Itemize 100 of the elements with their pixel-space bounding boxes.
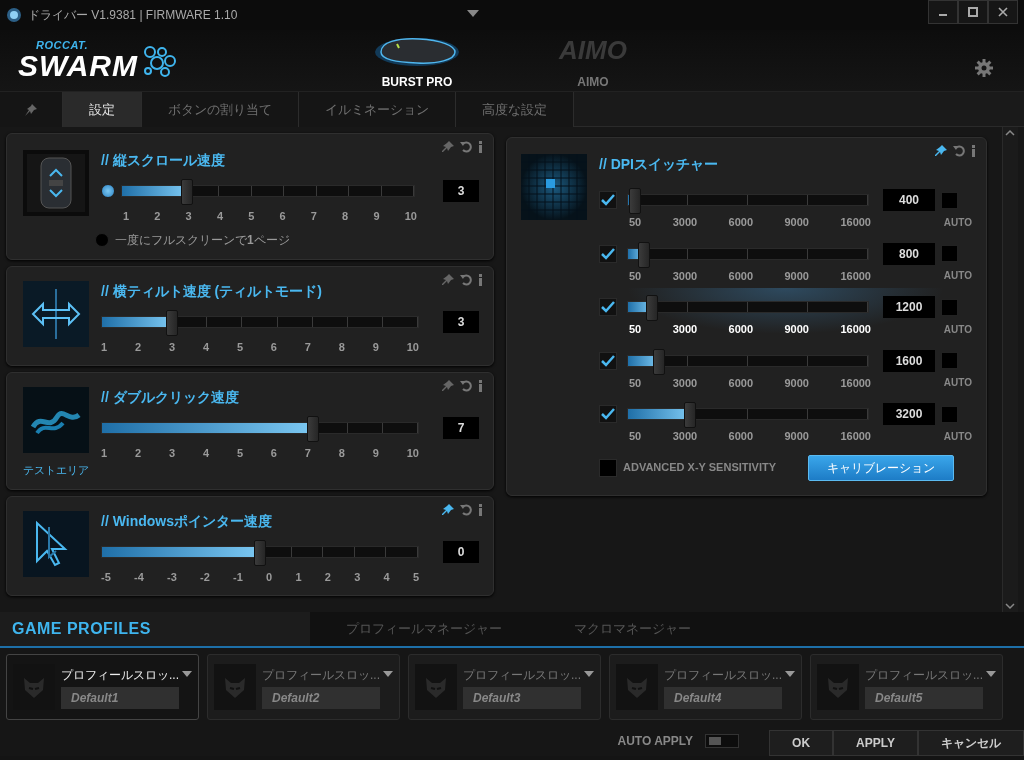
scroll-down-icon[interactable] — [1003, 600, 1017, 612]
auto-checkbox[interactable] — [941, 245, 958, 262]
slider-thumb[interactable] — [646, 295, 658, 321]
tab[interactable]: 設定 — [63, 92, 142, 127]
auto-apply-toggle[interactable] — [705, 734, 740, 748]
profile-name-dropdown[interactable]: プロフィールスロッ... — [664, 665, 782, 684]
checkbox[interactable] — [599, 405, 617, 423]
settings-icon[interactable] — [975, 58, 993, 77]
info-icon[interactable] — [478, 503, 483, 516]
profile-name-field[interactable]: Default4 — [664, 686, 782, 709]
dpi-row[interactable]: 3200 50 3000 6000 9000 16000 AUTO — [599, 395, 972, 449]
dpi-value-field[interactable]: 1200 — [883, 296, 935, 318]
value-field[interactable]: 7 — [443, 417, 479, 439]
profile-name-field[interactable]: Default3 — [463, 686, 581, 709]
slider-thumb[interactable] — [306, 416, 319, 442]
tick-label: 4 — [202, 446, 210, 461]
profile-slot[interactable]: プロフィールスロッ... Default5 — [810, 654, 1003, 720]
footer-button[interactable]: APPLY — [833, 730, 918, 756]
tick-label: 16000 — [840, 268, 871, 284]
slider-thumb[interactable] — [684, 402, 697, 428]
dropdown-caret-icon[interactable] — [467, 10, 479, 18]
maximize-icon[interactable] — [968, 7, 978, 17]
profile-slot[interactable]: プロフィールスロッ... Default4 — [609, 654, 802, 720]
dropdown-caret-icon[interactable] — [383, 671, 393, 678]
maximize-button[interactable] — [958, 0, 988, 24]
dropdown-caret-icon[interactable] — [785, 671, 795, 678]
pin-icon[interactable] — [935, 145, 947, 157]
pin-icon[interactable] — [442, 503, 454, 516]
slider-thumb[interactable] — [637, 241, 650, 268]
slider-thumb[interactable] — [166, 309, 179, 336]
profile-slot[interactable]: プロフィールスロッ... Default2 — [207, 654, 400, 720]
checkbox[interactable] — [599, 298, 617, 316]
pin-icon[interactable] — [24, 102, 38, 117]
checkbox[interactable] — [599, 458, 617, 477]
dropdown-caret-icon[interactable] — [986, 671, 996, 678]
close-button[interactable] — [988, 0, 1018, 24]
footer-button[interactable]: OK — [769, 730, 834, 756]
tick-label: 6000 — [728, 322, 754, 337]
profile-slot[interactable]: プロフィールスロッ... Default3 — [408, 654, 601, 720]
tab[interactable]: イルミネーション — [299, 92, 456, 127]
profile-name-dropdown[interactable]: プロフィールスロッ... — [262, 665, 380, 684]
dpi-value-field[interactable]: 400 — [883, 189, 935, 211]
profile-slot[interactable]: プロフィールスロッ... Default1 — [6, 654, 199, 720]
dropdown-caret-icon[interactable] — [182, 671, 192, 678]
dropdown-caret-icon[interactable] — [584, 671, 594, 678]
undo-icon[interactable] — [460, 273, 472, 286]
tick-label: 5 — [236, 339, 243, 355]
profile-name-dropdown[interactable]: プロフィールスロッ... — [463, 665, 581, 684]
value-field[interactable]: 3 — [443, 310, 479, 333]
auto-checkbox[interactable] — [941, 191, 958, 209]
close-icon[interactable] — [998, 7, 1008, 17]
dpi-row[interactable]: 400 50 3000 6000 9000 16000 AUTO — [599, 181, 972, 235]
radio-button[interactable] — [95, 232, 109, 247]
radio-button[interactable] — [101, 184, 115, 198]
undo-icon[interactable] — [460, 141, 472, 153]
info-icon[interactable] — [478, 380, 483, 392]
value-field[interactable]: 3 — [443, 180, 479, 202]
checkbox[interactable] — [599, 191, 617, 209]
dpi-value-field[interactable]: 800 — [883, 242, 935, 265]
setting-title: // 縦スクロール速度 — [101, 151, 226, 170]
auto-checkbox[interactable] — [941, 352, 958, 369]
device-tab[interactable]: BURST PRO — [381, 73, 453, 91]
tick-label: 4 — [202, 339, 210, 355]
undo-icon[interactable] — [460, 503, 472, 516]
value-field[interactable]: 0 — [443, 540, 479, 563]
checkbox[interactable] — [599, 351, 617, 370]
profile-name-field[interactable]: Default5 — [865, 686, 983, 709]
dpi-row[interactable]: 800 50 3000 6000 9000 16000 AUTO — [599, 234, 972, 288]
info-icon[interactable] — [478, 273, 483, 286]
profile-name-field[interactable]: Default2 — [262, 686, 380, 709]
dpi-value-field[interactable]: 3200 — [883, 403, 935, 425]
undo-icon[interactable] — [953, 145, 965, 157]
footer-button[interactable]: キャンセル — [918, 730, 1024, 756]
tab[interactable]: ボタンの割り当て — [142, 92, 299, 127]
scrollbar[interactable] — [1002, 127, 1018, 612]
profile-name-field[interactable]: Default1 — [61, 686, 179, 709]
tab[interactable]: 高度な設定 — [456, 92, 574, 127]
profile-name-dropdown[interactable]: プロフィールスロッ... — [61, 665, 179, 684]
info-icon[interactable] — [971, 145, 976, 157]
auto-checkbox[interactable] — [941, 405, 958, 423]
profile-name-dropdown[interactable]: プロフィールスロッ... — [865, 665, 983, 684]
test-area-label[interactable]: テストエリア — [23, 462, 89, 479]
slider-thumb[interactable] — [254, 539, 266, 566]
tick-label: 6000 — [728, 215, 754, 230]
tick-label: 0 — [266, 569, 273, 585]
dpi-value-field[interactable]: 1600 — [883, 349, 935, 372]
slider-thumb[interactable] — [653, 348, 666, 375]
minimize-button[interactable] — [928, 0, 958, 24]
auto-checkbox[interactable] — [941, 298, 958, 316]
tick-label: 10 — [404, 209, 417, 224]
tick-label: 9000 — [784, 268, 809, 284]
profile-tab[interactable]: GAME PROFILES — [0, 612, 310, 646]
product-logo-text: SWARM — [18, 51, 138, 81]
device-tab[interactable]: AIMO — [577, 73, 609, 91]
slider-thumb[interactable] — [180, 179, 193, 205]
dpi-row[interactable]: 1600 50 3000 6000 9000 16000 AUTO — [599, 341, 972, 395]
checkbox[interactable] — [599, 244, 617, 263]
undo-icon[interactable] — [460, 380, 472, 392]
info-icon[interactable] — [478, 141, 483, 153]
slider-thumb[interactable] — [629, 188, 642, 214]
